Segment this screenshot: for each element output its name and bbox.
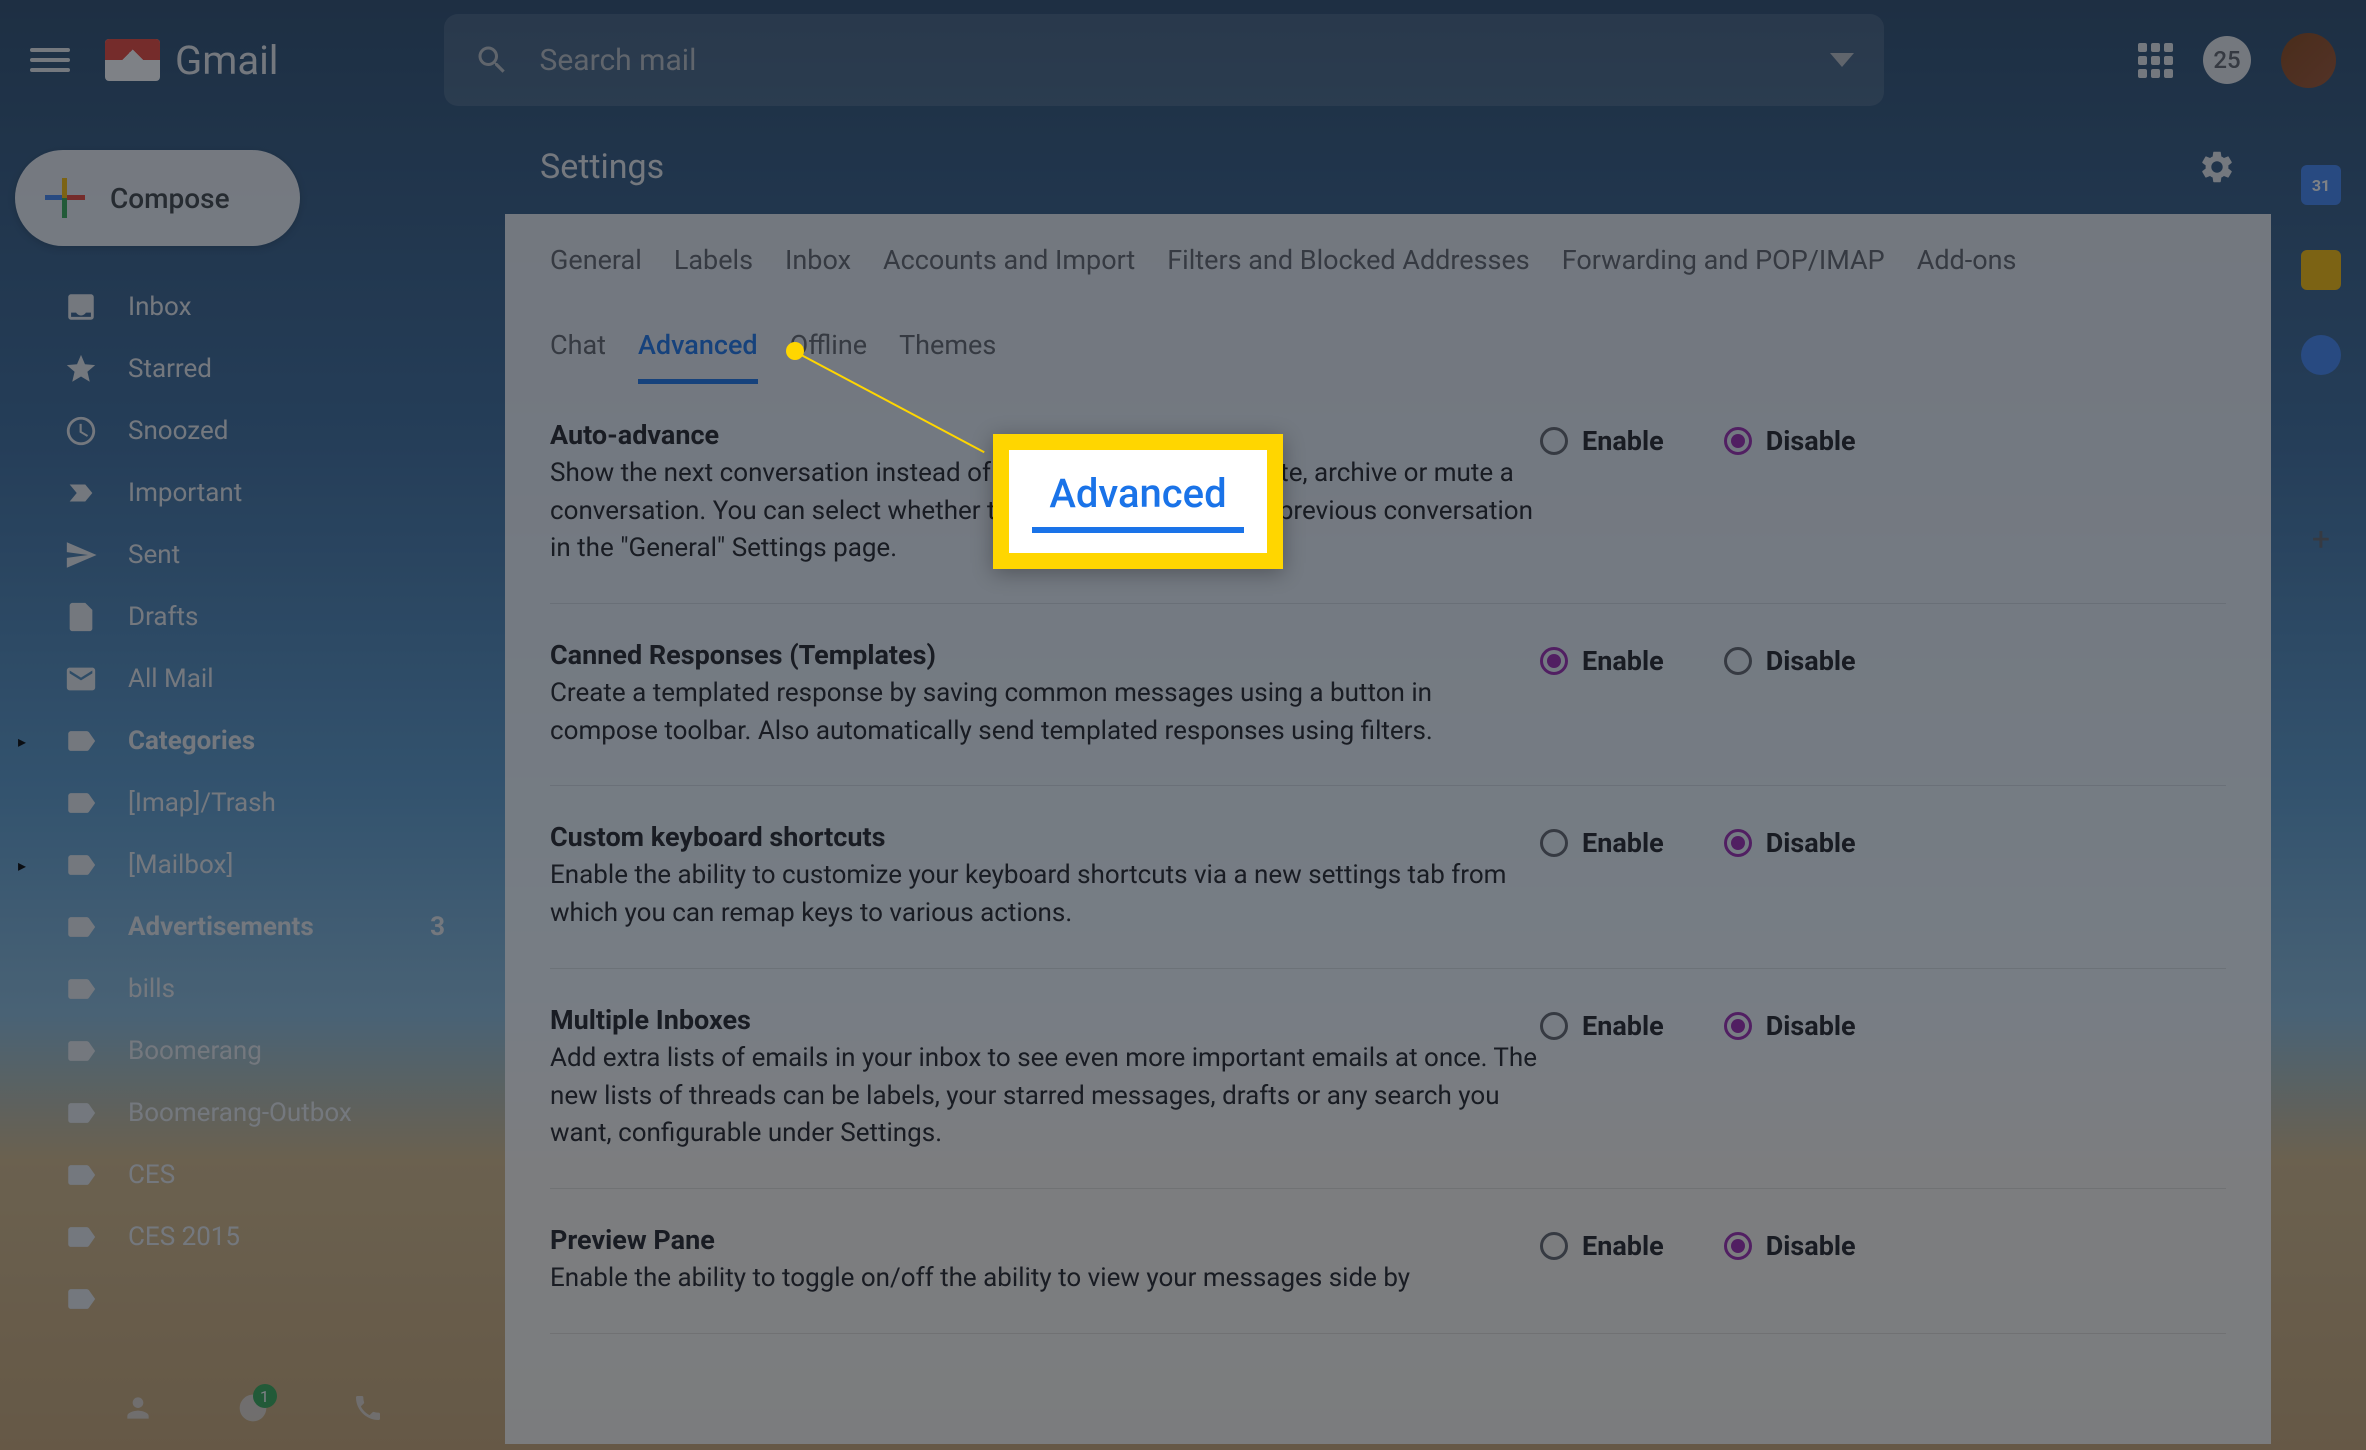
callout-text: Advanced [1032,470,1244,533]
callout-highlight: Advanced [993,434,1283,569]
callout-anchor-dot [786,342,804,360]
